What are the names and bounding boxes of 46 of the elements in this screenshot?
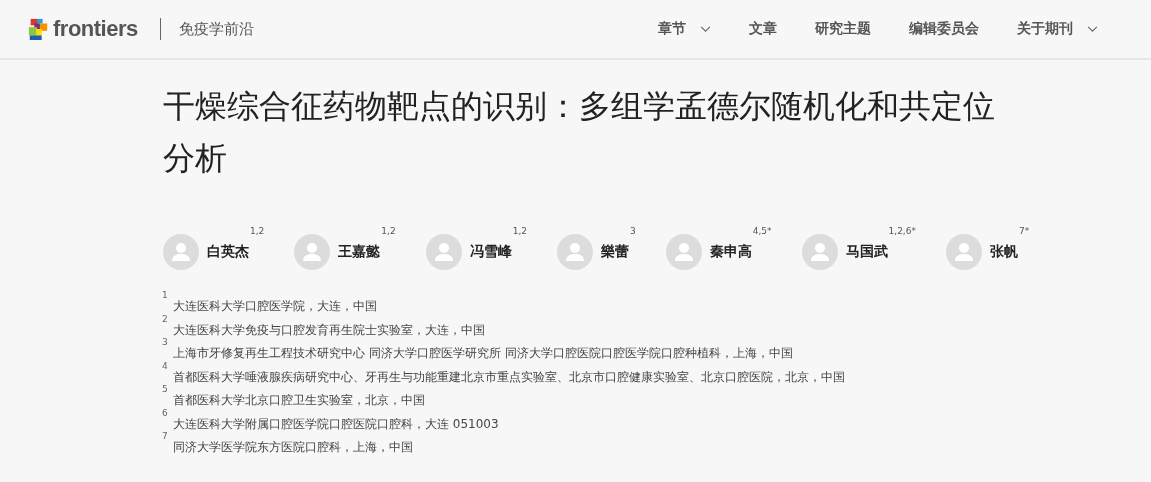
nav-link[interactable]: 编辑委员会 xyxy=(909,20,979,38)
affiliation-text: 同济大学医学院东方医院口腔科，上海，中国 xyxy=(172,441,413,455)
logo-link[interactable]: frontiers xyxy=(27,16,138,42)
affiliation-text: 大连医科大学免疫与口腔发育再生院士实验室，大连，中国 xyxy=(172,323,485,337)
chevron-down-icon xyxy=(1087,25,1098,33)
avatar-icon xyxy=(425,234,462,270)
affiliation-text: 上海市牙修复再生工程技术研究中心 同济大学口腔医学研究所 同济大学口腔医院口腔医学院口腔种植科，上海，中国 xyxy=(172,347,793,361)
nav-link[interactable]: 研究主题 xyxy=(815,20,871,38)
author-name-link[interactable]: 秦申高 xyxy=(709,243,752,261)
affiliation-text: 大连医科大学附属口腔医学院口腔医院口腔科，大连 051003 xyxy=(172,417,499,431)
journal-link[interactable]: 免疫学前沿 xyxy=(178,19,254,39)
nav-link[interactable]: 关于期刊 xyxy=(1017,20,1098,38)
affiliation-number: 4,5* xyxy=(752,226,772,236)
affiliation-number: 7 xyxy=(162,431,168,441)
cubes-logo-icon xyxy=(27,17,49,41)
author-name-link[interactable]: 樂蕾 xyxy=(601,243,629,261)
affiliation-number: 7* xyxy=(1018,226,1030,236)
affiliation-number: 1,2 xyxy=(512,226,527,236)
affiliation-number: 4 xyxy=(162,360,168,371)
author-name-link[interactable]: 张帆 xyxy=(989,243,1018,261)
author-name-link[interactable]: 马国武 xyxy=(845,243,888,261)
nav-link[interactable]: 文章 xyxy=(749,20,777,38)
affiliation-number: 1,2,6* xyxy=(888,226,916,236)
author-name-link[interactable]: 冯雪峰 xyxy=(469,243,512,261)
article-title: 干燥综合征药物靶点的识别：多组学孟德尔随机化和共定位分析 xyxy=(163,86,996,179)
affiliation-number: 3 xyxy=(162,337,168,347)
chevron-down-icon xyxy=(700,25,711,33)
avatar-icon xyxy=(557,234,593,270)
avatar-icon xyxy=(801,234,838,270)
avatar-icon xyxy=(665,234,702,270)
affiliation-number: 2 xyxy=(162,313,168,324)
author-name-link[interactable]: 白英杰 xyxy=(207,243,249,261)
affiliation-text: 大连医科大学口腔医学院，大连，中国 xyxy=(172,300,377,314)
avatar-icon xyxy=(163,234,199,270)
affiliation-number: 3 xyxy=(630,226,636,236)
avatar-icon xyxy=(294,234,331,270)
nav-link[interactable]: 章节 xyxy=(658,20,711,38)
affiliation-text: 首都医科大学唾液腺疾病研究中心、牙再生与功能重建北京市重点实验室、北京市口腔健康实验室、北京口腔医院，北京，中国 xyxy=(172,370,845,384)
affiliation-number: 1 xyxy=(162,290,168,300)
affiliation-number: 1,2 xyxy=(250,226,265,236)
affiliation-number: 5 xyxy=(162,384,168,394)
affiliation-text: 首都医科大学北京口腔卫生实验室，北京，中国 xyxy=(172,394,425,408)
affiliation-number: 6 xyxy=(162,407,168,418)
avatar-icon xyxy=(945,234,982,270)
author-name-link[interactable]: 王嘉懿 xyxy=(338,243,381,261)
affiliation-number: 1,2 xyxy=(381,226,396,236)
